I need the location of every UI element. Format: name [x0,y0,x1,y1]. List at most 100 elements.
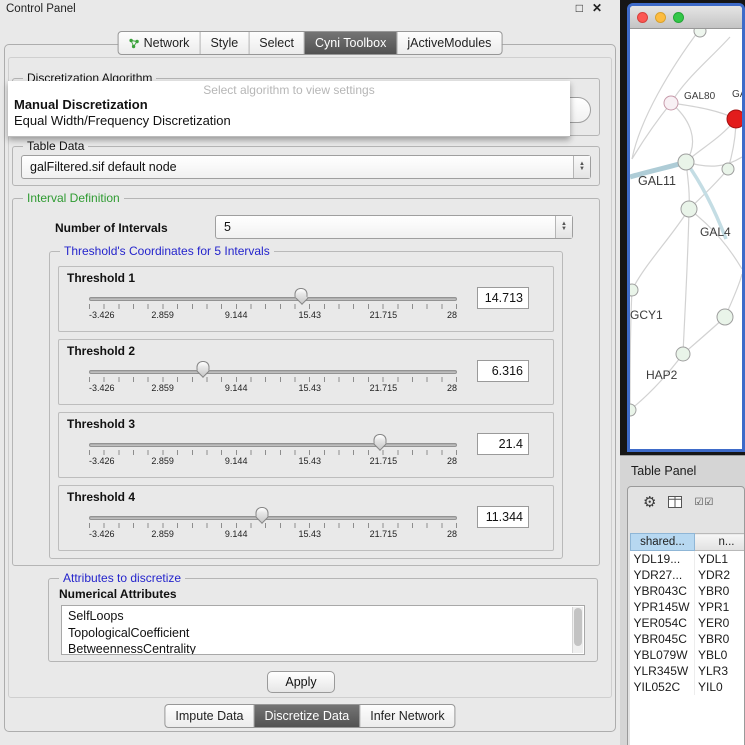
threshold-2-slider[interactable]: -3.4262.8599.14415.4321.71528 [89,340,457,406]
table-cell[interactable]: YER0 [695,615,745,631]
dropdown-placeholder: Select algorithm to view settings [8,81,570,97]
mac-minimize-button[interactable] [655,12,666,23]
slider-thumb[interactable] [255,507,268,517]
table-row[interactable]: YBL079WYBL0 [631,647,745,663]
list-item[interactable]: SelfLoops [62,608,584,625]
table-cell[interactable]: YBR0 [695,631,745,647]
table-cell[interactable]: YDR2 [695,567,745,583]
slider-track[interactable] [89,516,457,520]
tab-impute-data[interactable]: Impute Data [165,705,254,727]
scale-label: 9.144 [225,383,248,393]
select-rows-icons[interactable]: ☑☑ [694,497,714,508]
tab-select[interactable]: Select [249,32,305,54]
slider-ticks [89,450,457,455]
tab-jactivemodules[interactable]: jActiveModules [397,32,501,54]
scale-label: -3.426 [89,456,115,466]
column-selector-icon[interactable] [668,496,682,508]
number-of-intervals-combo[interactable]: 5 ▲▼ [215,215,573,239]
node-table-window: ⚙ ☑☑ shared... n... YDL19...YDL1YDR27...… [627,486,745,745]
threshold-value-field[interactable]: 6.316 [477,360,529,382]
tab-infer-network[interactable]: Infer Network [360,705,454,727]
table-cell[interactable]: YIL052C [631,679,695,695]
list-scrollbar[interactable] [572,607,583,653]
network-node-gal11[interactable] [678,154,694,170]
network-node-gal4[interactable] [681,201,697,217]
tab-discretize-data[interactable]: Discretize Data [255,705,361,727]
threshold-value-field[interactable]: 11.344 [477,506,529,528]
table-row[interactable]: YBR043CYBR0 [631,583,745,599]
table-cell[interactable]: YBL0 [695,647,745,663]
table-data-group: Table Data galFiltered.sif default node … [12,146,600,186]
table-cell[interactable]: YPR1 [695,599,745,615]
table-cell[interactable]: YBL079W [631,647,695,663]
network-node-selected-red[interactable] [727,110,742,128]
table-cell[interactable]: YBR0 [695,583,745,599]
network-node[interactable] [694,29,706,37]
combo-stepper-icon[interactable]: ▲▼ [573,156,590,178]
slider-thumb[interactable] [295,288,308,298]
list-item[interactable]: BetweennessCentrality [62,641,584,655]
dropdown-option-equal-width[interactable]: Equal Width/Frequency Discretization [8,113,570,129]
slider-thumb[interactable] [373,434,386,444]
network-node-gal80[interactable] [664,96,678,110]
table-row[interactable]: YER054CYER0 [631,615,745,631]
table-cell[interactable]: YLR3 [695,663,745,679]
table-cell[interactable]: YPR145W [631,599,695,615]
threshold-value-field[interactable]: 14.713 [477,287,529,309]
threshold-3-slider[interactable]: -3.4262.8599.14415.4321.71528 [89,413,457,479]
slider-thumb[interactable] [197,361,210,371]
dropdown-option-manual[interactable]: Manual Discretization [8,97,570,113]
mac-zoom-button[interactable] [673,12,684,23]
threshold-4-slider[interactable]: -3.4262.8599.14415.4321.71528 [89,486,457,552]
table-cell[interactable]: YER054C [631,615,695,631]
threshold-1-slider[interactable]: -3.4262.8599.14415.4321.71528 [89,267,457,333]
table-cell[interactable]: YDR27... [631,567,695,583]
network-node-hap2[interactable] [676,347,690,361]
table-cell[interactable]: YBR045C [631,631,695,647]
scrollbar-thumb[interactable] [574,608,582,646]
threshold-value-field[interactable]: 21.4 [477,433,529,455]
scale-label: -3.426 [89,529,115,539]
table-row[interactable]: YLR345WYLR3 [631,663,745,679]
column-header-shared-name[interactable]: shared... [631,534,695,551]
slider-scale: -3.4262.8599.14415.4321.71528 [89,383,457,395]
network-node[interactable] [722,163,734,175]
number-of-intervals-label: Number of Intervals [55,221,168,235]
table-cell[interactable]: YDL19... [631,551,695,567]
table-row[interactable]: YIL052CYIL0 [631,679,745,695]
table-row[interactable]: YBR045CYBR0 [631,631,745,647]
table-cell[interactable]: YBR043C [631,583,695,599]
node-table-body: YDL19...YDL1YDR27...YDR2YBR043CYBR0YPR14… [631,551,745,695]
table-cell[interactable]: YDL1 [695,551,745,567]
algorithm-dropdown-popup: Select algorithm to view settings Manual… [8,81,570,137]
table-data-combo[interactable]: galFiltered.sif default node ▲▼ [21,155,591,179]
table-cell[interactable]: YIL0 [695,679,745,695]
tab-style[interactable]: Style [200,32,249,54]
network-node-gcy1[interactable] [630,284,638,296]
scale-label: 2.859 [151,529,174,539]
slider-track[interactable] [89,370,457,374]
numerical-attributes-list[interactable]: SelfLoopsTopologicalCoefficientBetweenne… [61,605,585,655]
tab-network[interactable]: Network [119,32,201,54]
table-cell[interactable]: YLR345W [631,663,695,679]
network-node[interactable] [717,309,733,325]
slider-track[interactable] [89,297,457,301]
table-row[interactable]: YDL19...YDL1 [631,551,745,567]
slider-track[interactable] [89,443,457,447]
right-workspace: GAL80 GAL8 GAL11 GAL4 GCY1 HAP2 Table Pa… [620,0,745,745]
network-view-window[interactable]: GAL80 GAL8 GAL11 GAL4 GCY1 HAP2 [627,3,745,452]
combo-stepper-icon[interactable]: ▲▼ [555,216,572,238]
list-item[interactable]: TopologicalCoefficient [62,625,584,642]
interval-definition-group: Interval Definition Number of Intervals … [12,198,600,566]
close-icon[interactable]: ✕ [592,1,602,15]
column-header-name[interactable]: n... [695,534,745,551]
network-canvas[interactable]: GAL80 GAL8 GAL11 GAL4 GCY1 HAP2 [630,29,742,449]
float-window-icon[interactable]: □ [576,1,583,15]
list-items: SelfLoopsTopologicalCoefficientBetweenne… [62,606,584,655]
mac-close-button[interactable] [637,12,648,23]
gear-icon[interactable]: ⚙ [643,493,656,511]
table-row[interactable]: YDR27...YDR2 [631,567,745,583]
table-row[interactable]: YPR145WYPR1 [631,599,745,615]
apply-button[interactable]: Apply [267,671,335,693]
tab-cyni-toolbox[interactable]: Cyni Toolbox [305,32,397,54]
